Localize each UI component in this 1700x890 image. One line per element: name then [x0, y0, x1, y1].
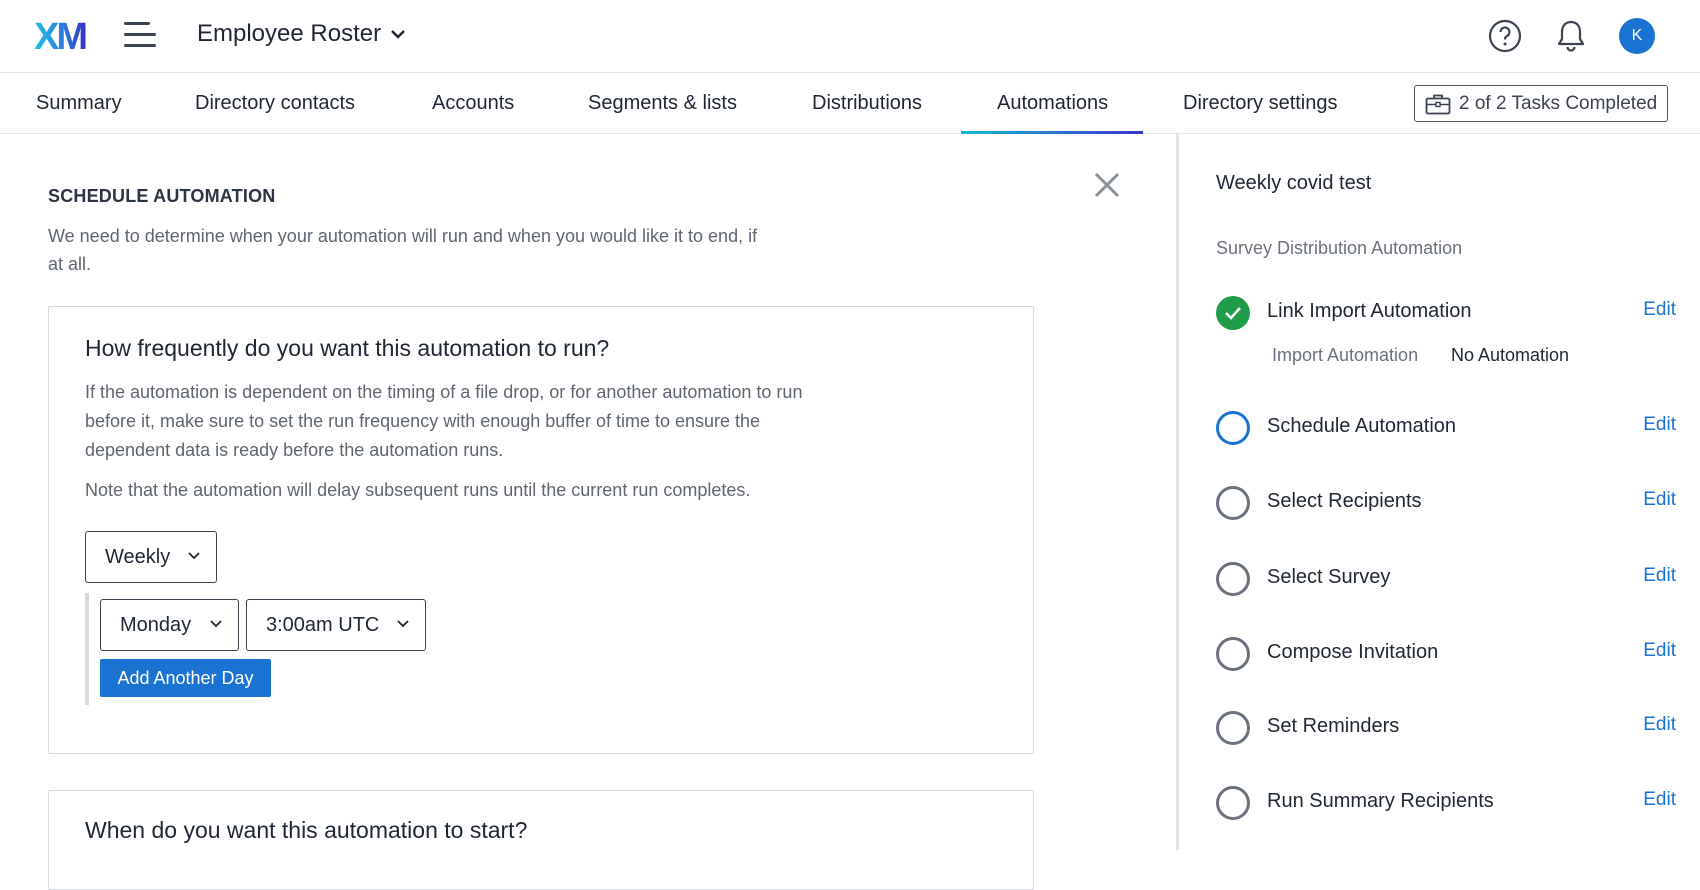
empty-circle-icon	[1216, 711, 1250, 745]
edit-link[interactable]: Edit	[1643, 640, 1676, 662]
chevron-down-icon	[397, 620, 409, 628]
step-label: Select Recipients	[1267, 490, 1422, 512]
time-value: 3:00am UTC	[266, 613, 380, 636]
tab-accounts[interactable]: Accounts	[432, 72, 514, 133]
tab-automations[interactable]: Automations	[960, 72, 1144, 134]
step-label: Select Survey	[1267, 566, 1391, 588]
step-select-survey: Select Survey Edit	[1216, 562, 1676, 598]
step-run-summary-recipients: Run Summary Recipients Edit	[1216, 786, 1676, 822]
current-step-circle-icon	[1216, 411, 1250, 445]
edit-link[interactable]: Edit	[1643, 299, 1676, 321]
bell-icon[interactable]	[1553, 18, 1589, 54]
step-label: Schedule Automation	[1267, 415, 1457, 437]
add-another-day-button[interactable]: Add Another Day	[100, 659, 271, 697]
chevron-down-icon	[391, 29, 405, 39]
step-select-recipients: Select Recipients Edit	[1216, 486, 1676, 522]
edit-link[interactable]: Edit	[1643, 414, 1676, 436]
import-automation-value: No Automation	[1451, 345, 1570, 365]
empty-circle-icon	[1216, 637, 1250, 671]
svg-text:XM: XM	[34, 18, 86, 52]
day-group-rail	[85, 593, 89, 705]
edit-link[interactable]: Edit	[1643, 789, 1676, 811]
avatar[interactable]: K	[1619, 18, 1655, 54]
frequency-value: Weekly	[105, 545, 171, 568]
tasks-completed-label: 2 of 2 Tasks Completed	[1459, 92, 1658, 114]
project-title: Employee Roster	[197, 20, 382, 47]
tab-segments-lists[interactable]: Segments & lists	[588, 72, 737, 133]
automation-name: Weekly covid test	[1216, 172, 1372, 194]
empty-circle-icon	[1216, 786, 1250, 820]
tab-directory-contacts[interactable]: Directory contacts	[195, 72, 355, 133]
step-schedule-automation: Schedule Automation Edit	[1216, 411, 1676, 447]
day-select[interactable]: Monday	[100, 599, 239, 651]
automation-steps-panel: Weekly covid test Survey Distribution Au…	[1176, 134, 1700, 850]
empty-circle-icon	[1216, 486, 1250, 520]
tab-directory-settings[interactable]: Directory settings	[1183, 72, 1338, 133]
chevron-down-icon	[210, 620, 222, 628]
step-label: Set Reminders	[1267, 715, 1400, 737]
tasks-completed-button[interactable]: 2 of 2 Tasks Completed	[1414, 85, 1668, 122]
frequency-card: How frequently do you want this automati…	[48, 306, 1034, 754]
edit-link[interactable]: Edit	[1643, 489, 1676, 511]
frequency-heading: How frequently do you want this automati…	[85, 335, 610, 361]
help-icon[interactable]	[1487, 18, 1523, 54]
briefcase-icon	[1425, 94, 1451, 114]
import-automation-label: Import Automation	[1272, 345, 1419, 365]
chevron-down-icon	[188, 552, 200, 560]
project-selector[interactable]: Employee Roster	[197, 20, 405, 48]
menu-icon[interactable]	[124, 22, 156, 50]
tab-bar: Summary Directory contacts Accounts Segm…	[0, 72, 1700, 134]
schedule-panel: SCHEDULE AUTOMATION We need to determine…	[0, 134, 1176, 890]
check-circle-icon	[1216, 296, 1250, 330]
time-select[interactable]: 3:00am UTC	[246, 599, 426, 651]
close-icon[interactable]	[1093, 171, 1121, 199]
frequency-paragraph: If the automation is dependent on the ti…	[85, 382, 803, 460]
section-description: We need to determine when your automatio…	[48, 226, 758, 274]
start-heading: When do you want this automation to star…	[85, 817, 528, 843]
tab-distributions[interactable]: Distributions	[812, 72, 922, 133]
step-link-import-automation: Link Import Automation Edit	[1216, 296, 1676, 332]
automation-type: Survey Distribution Automation	[1216, 238, 1463, 258]
step-set-reminders: Set Reminders Edit	[1216, 711, 1676, 747]
step-label: Link Import Automation	[1267, 300, 1472, 322]
frequency-select[interactable]: Weekly	[85, 531, 217, 583]
step-compose-invitation: Compose Invitation Edit	[1216, 637, 1676, 673]
frequency-note: Note that the automation will delay subs…	[85, 480, 751, 500]
section-title: SCHEDULE AUTOMATION	[48, 186, 276, 206]
step-label: Run Summary Recipients	[1267, 790, 1494, 812]
start-card: When do you want this automation to star…	[48, 790, 1034, 890]
top-header: XM Employee Roster K	[0, 0, 1700, 73]
day-value: Monday	[120, 613, 192, 636]
xm-logo[interactable]: XM	[34, 18, 92, 52]
empty-circle-icon	[1216, 562, 1250, 596]
tab-summary[interactable]: Summary	[36, 72, 122, 133]
step-label: Compose Invitation	[1267, 641, 1439, 663]
edit-link[interactable]: Edit	[1643, 565, 1676, 587]
edit-link[interactable]: Edit	[1643, 714, 1676, 736]
